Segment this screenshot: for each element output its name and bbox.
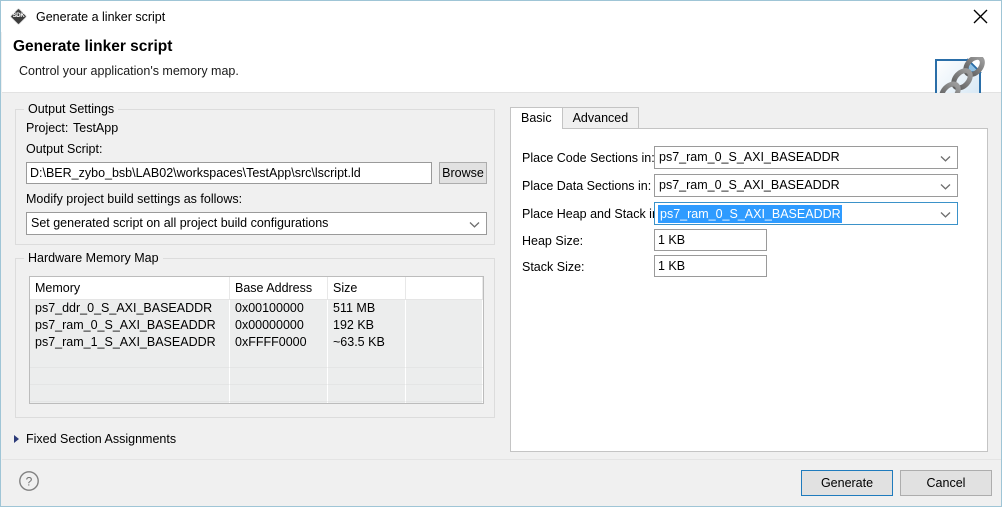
table-cell: ~63.5 KB: [328, 334, 406, 351]
output-settings-group: Output Settings Project: TestApp Output …: [15, 102, 495, 245]
memory-map-table[interactable]: Memory Base Address Size ps7_ddr_0_S_AXI…: [29, 276, 484, 404]
tab-strip: Basic Advanced: [510, 107, 640, 129]
table-cell-empty: [30, 385, 230, 402]
project-label: Project:: [26, 121, 69, 135]
fixed-section-assignments-expander[interactable]: Fixed Section Assignments: [14, 430, 176, 448]
place-code-sections-combo-value: ps7_ram_0_S_AXI_BASEADDR: [659, 150, 840, 164]
table-row-empty[interactable]: [30, 385, 483, 402]
table-cell-empty: [328, 368, 406, 385]
place-heap-and-stack-combo[interactable]: ps7_ram_0_S_AXI_BASEADDR: [654, 202, 958, 225]
sdk-icon-label: SDK: [12, 13, 25, 19]
table-row-empty[interactable]: [30, 351, 483, 368]
place-data-sections-combo-value: ps7_ram_0_S_AXI_BASEADDR: [659, 178, 840, 192]
table-row-empty[interactable]: [30, 402, 483, 403]
dialog-header: Generate linker script Control your appl…: [2, 32, 1001, 115]
sdk-icon: SDK: [9, 7, 28, 26]
place-heap-and-stack-combo-value: ps7_ram_0_S_AXI_BASEADDR: [658, 205, 842, 223]
column-header-base-address[interactable]: Base Address: [230, 277, 328, 299]
fixed-section-assignments-label: Fixed Section Assignments: [26, 432, 177, 446]
heap-size-label: Heap Size:: [522, 234, 584, 248]
table-cell-empty: [30, 402, 230, 403]
table-cell-empty: [230, 368, 328, 385]
page-title: Generate linker script: [13, 38, 173, 55]
modify-build-settings-combo[interactable]: Set generated script on all project buil…: [26, 212, 487, 235]
generate-linker-script-dialog: SDK Generate a linker script Generate li…: [0, 0, 1002, 507]
table-cell-empty: [230, 351, 328, 368]
place-code-sections-combo[interactable]: ps7_ram_0_S_AXI_BASEADDR: [654, 146, 958, 169]
memory-map-table-body: ps7_ddr_0_S_AXI_BASEADDR 0x00100000 511 MB…: [30, 300, 483, 403]
table-cell: 192 KB: [328, 317, 406, 334]
column-header-memory[interactable]: Memory: [30, 277, 230, 299]
cancel-button[interactable]: Cancel: [900, 470, 992, 496]
table-cell-empty: [230, 385, 328, 402]
hardware-memory-map-legend: Hardware Memory Map: [24, 251, 163, 265]
hardware-memory-map-group: Hardware Memory Map Memory Base Address …: [15, 251, 495, 418]
settings-tab-panel: Basic Advanced Place Code Sections in: p…: [510, 107, 988, 452]
table-cell: [406, 300, 483, 317]
table-cell-empty: [406, 368, 483, 385]
close-button[interactable]: [957, 1, 1001, 32]
generate-button[interactable]: Generate: [801, 470, 893, 496]
table-cell-empty: [406, 351, 483, 368]
table-cell-empty: [406, 385, 483, 402]
window-title: Generate a linker script: [36, 9, 166, 24]
table-cell-empty: [30, 368, 230, 385]
place-data-sections-label: Place Data Sections in:: [522, 179, 652, 193]
output-script-input[interactable]: D:\BER_zybo_bsb\LAB02\workspaces\TestApp…: [26, 162, 432, 184]
table-row-empty[interactable]: [30, 368, 483, 385]
chevron-down-icon: [469, 221, 480, 228]
output-script-label: Output Script:: [26, 142, 103, 156]
table-cell-empty: [230, 402, 328, 403]
table-cell: ps7_ram_0_S_AXI_BASEADDR: [30, 317, 230, 334]
table-cell: ps7_ram_1_S_AXI_BASEADDR: [30, 334, 230, 351]
svg-text:?: ?: [26, 475, 33, 489]
place-heap-and-stack-label: Place Heap and Stack in:: [522, 207, 663, 221]
tab-content-basic: Place Code Sections in: ps7_ram_0_S_AXI_…: [510, 128, 988, 452]
chevron-down-icon: [940, 211, 951, 218]
triangle-right-icon: [14, 435, 19, 443]
table-cell: [406, 317, 483, 334]
table-cell-empty: [406, 402, 483, 403]
table-row[interactable]: ps7_ram_1_S_AXI_BASEADDR 0xFFFF0000 ~63.5 …: [30, 334, 483, 351]
chevron-down-icon: [940, 183, 951, 190]
modify-build-settings-label: Modify project build settings as follows…: [26, 192, 243, 206]
table-cell-empty: [328, 402, 406, 403]
browse-button[interactable]: Browse: [439, 162, 487, 184]
table-cell: ps7_ddr_0_S_AXI_BASEADDR: [30, 300, 230, 317]
stack-size-input[interactable]: 1 KB: [654, 255, 767, 277]
table-cell: 0x00000000: [230, 317, 328, 334]
table-cell: [406, 334, 483, 351]
memory-map-table-header: Memory Base Address Size: [30, 277, 483, 300]
modify-build-settings-combo-value: Set generated script on all project buil…: [31, 216, 329, 230]
stack-size-label: Stack Size:: [522, 260, 585, 274]
close-icon: [973, 9, 987, 24]
column-header-size[interactable]: Size: [328, 277, 406, 299]
project-value: TestApp: [73, 121, 119, 135]
help-button[interactable]: ?: [18, 470, 40, 492]
tab-basic[interactable]: Basic: [510, 107, 563, 129]
table-cell-empty: [328, 385, 406, 402]
title-bar: SDK Generate a linker script: [1, 1, 1001, 32]
column-header-extra[interactable]: [406, 277, 483, 299]
table-cell-empty: [30, 351, 230, 368]
place-data-sections-combo[interactable]: ps7_ram_0_S_AXI_BASEADDR: [654, 174, 958, 197]
help-question-icon: ?: [19, 471, 39, 491]
table-row[interactable]: ps7_ddr_0_S_AXI_BASEADDR 0x00100000 511 MB: [30, 300, 483, 317]
table-cell-empty: [328, 351, 406, 368]
dialog-footer: ? Generate Cancel: [2, 459, 1001, 506]
page-subtitle: Control your application's memory map.: [19, 64, 239, 78]
tab-advanced[interactable]: Advanced: [561, 107, 640, 129]
heap-size-input[interactable]: 1 KB: [654, 229, 767, 251]
table-cell: 0x00100000: [230, 300, 328, 317]
output-settings-legend: Output Settings: [24, 102, 119, 116]
place-code-sections-label: Place Code Sections in:: [522, 151, 655, 165]
table-cell: 0xFFFF0000: [230, 334, 328, 351]
table-row[interactable]: ps7_ram_0_S_AXI_BASEADDR 0x00000000 192 KB: [30, 317, 483, 334]
table-cell: 511 MB: [328, 300, 406, 317]
chevron-down-icon: [940, 155, 951, 162]
dialog-body: Output Settings Project: TestApp Output …: [2, 93, 1001, 459]
